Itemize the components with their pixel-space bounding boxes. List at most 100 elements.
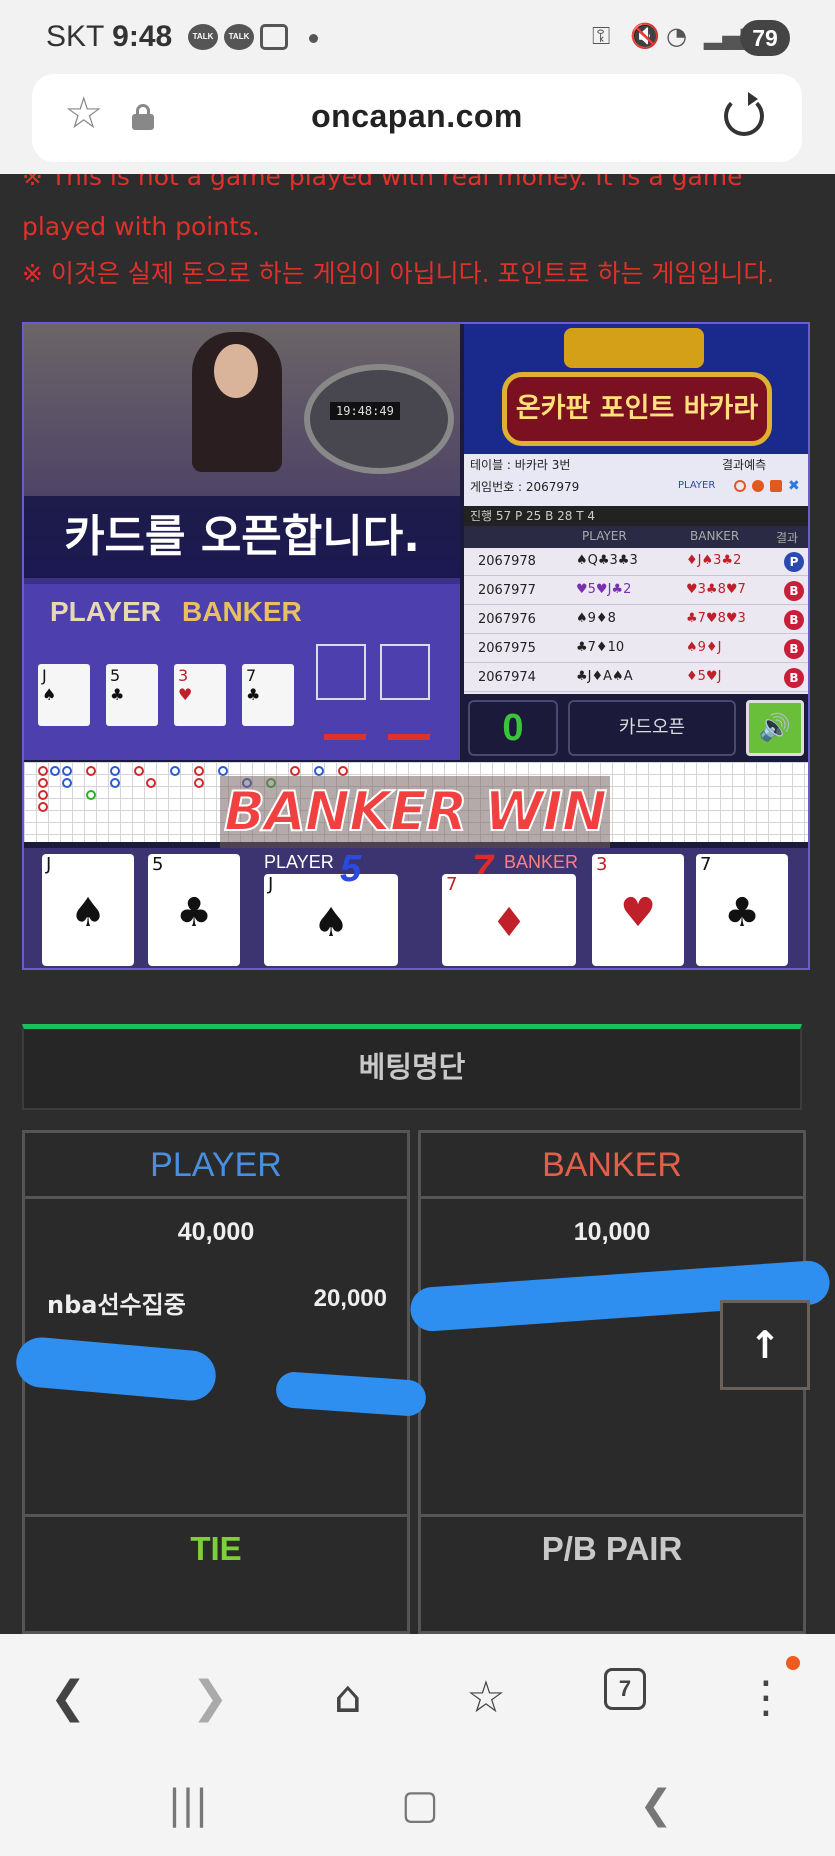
results-header: PLAYER BANKER 결과	[464, 526, 808, 548]
live-dealer-video: 19:48:49 PLAYER BANKER J ♠ 5 ♣ 3 ♥ 7 ♣ 카드를 오…	[24, 324, 460, 760]
more-notifications-icon	[309, 34, 318, 43]
betting-list-title: 베팅명단	[22, 1024, 802, 1110]
key-icon: ⚿	[592, 22, 611, 50]
result-game-id: 2067974	[478, 670, 536, 685]
slot-machine-graphic	[564, 328, 704, 368]
prediction-player-label: PLAYER	[678, 480, 716, 491]
prediction-label: 결과예측	[722, 458, 767, 472]
road-marker	[38, 766, 48, 776]
result-badge: B	[784, 610, 804, 630]
result-game-id: 2067976	[478, 612, 536, 627]
road-marker	[62, 766, 72, 776]
card-rank: J	[46, 854, 52, 875]
home-icon[interactable]: ⌂	[318, 1668, 378, 1728]
pair-bet-column: P/B PAIR	[418, 1514, 806, 1634]
road-marker	[38, 802, 48, 812]
result-badge: B	[784, 639, 804, 659]
road-marker	[50, 766, 60, 776]
recent-apps-icon[interactable]: |||	[158, 1782, 218, 1828]
home-button-icon[interactable]: ▢	[390, 1782, 450, 1828]
bettor-name: nba선수집중	[47, 1291, 186, 1319]
banker-bet-total: 10,000	[573, 1218, 651, 1246]
player-card-1: J ♠	[42, 854, 134, 966]
results-history: PLAYER BANKER 결과 2067978 ♠Q♣3♣3 ♦J♠3♣2 P…	[464, 526, 808, 694]
prediction-banker-dot[interactable]	[752, 480, 764, 492]
reload-icon[interactable]	[724, 92, 764, 136]
result-row: 2067976 ♠9♦8 ♣7♥8♥3 B	[464, 606, 808, 634]
result-row: 2067975 ♣7♦10 ♠9♦J B	[464, 635, 808, 663]
result-player-cards: ♠9♦8	[576, 611, 616, 626]
table-info: 테이블 : 바카라 3번 결과예측 게임번호 : 2067979 PLAYER …	[464, 454, 808, 506]
result-game-id: 2067975	[478, 641, 536, 656]
road-marker	[194, 778, 204, 788]
banker-card-3: 7 ♣	[696, 854, 788, 966]
table-felt: PLAYER BANKER J ♠ 5 ♣ 3 ♥ 7 ♣	[24, 584, 460, 760]
road-marker	[62, 778, 72, 788]
more-menu-icon[interactable]: ⋮	[736, 1668, 796, 1728]
game-stats: 진행 57 P 25 B 28 T 4	[464, 506, 808, 526]
road-marker	[194, 766, 204, 776]
tabs-count[interactable]: 7	[604, 1668, 646, 1710]
back-icon[interactable]: ❮	[38, 1668, 98, 1728]
prediction-pen-icon[interactable]	[770, 480, 782, 492]
address-bar[interactable]: ☆ oncapan.com	[32, 74, 802, 162]
road-marker	[38, 790, 48, 800]
baccarat-game-panel: 19:48:49 PLAYER BANKER J ♠ 5 ♣ 3 ♥ 7 ♣ 카드를 오…	[22, 322, 810, 970]
felt-empty-slot	[380, 644, 430, 700]
clock-label: 9:48	[112, 20, 173, 53]
game-controls: 0 카드오픈 🔊	[464, 696, 808, 760]
result-player-cards: ♣J♦A♠A	[576, 669, 633, 684]
felt-card: J ♠	[38, 664, 90, 726]
felt-red-marker	[388, 734, 430, 740]
player-card-3: J ♠	[264, 874, 398, 966]
road-marker	[134, 766, 144, 776]
kakaotalk-icon-2: TALK	[224, 24, 254, 50]
result-badge: B	[784, 581, 804, 601]
player-card-2: 5 ♣	[148, 854, 240, 966]
card-open-message: 카드를 오픈합니다.	[24, 496, 460, 578]
status-carrier-time: SKT 9:48	[46, 20, 172, 54]
wifi-icon: ◔	[666, 22, 687, 50]
felt-red-marker	[324, 734, 366, 740]
arrow-up-icon[interactable]: ↑	[720, 1300, 810, 1390]
player-bet-total: 40,000	[177, 1218, 255, 1246]
felt-player-label: PLAYER	[50, 596, 162, 627]
result-row: 2067978 ♠Q♣3♣3 ♦J♠3♣2 P	[464, 548, 808, 576]
screenshot-icon	[260, 24, 288, 50]
results-header-banker: BANKER	[690, 529, 740, 543]
page-content: ※ This is not a game played with real mo…	[0, 174, 835, 1634]
dealt-cards-strip: J ♠ 5 ♣ J ♠ PLAYER 5 7 BANKER 7 ♦ 3 ♥ 7 …	[24, 848, 808, 968]
bookmarks-icon[interactable]: ☆	[456, 1668, 516, 1728]
table-label: 테이블 : 바카라 3번	[470, 458, 571, 472]
felt-banker-label: BANKER	[182, 596, 302, 627]
countdown-display: 0	[468, 700, 558, 756]
system-back-icon[interactable]: ❮	[626, 1782, 686, 1828]
card-suit: ♣	[724, 890, 760, 936]
result-banker-cards: ♠9♦J	[686, 640, 722, 655]
result-game-id: 2067977	[478, 583, 536, 598]
prediction-close-icon[interactable]: ✖	[788, 479, 800, 493]
player-bet-header: PLAYER	[25, 1133, 407, 1199]
kakaotalk-icon: TALK	[188, 24, 218, 50]
road-marker	[338, 766, 348, 776]
road-marker	[290, 766, 300, 776]
table-clock: 19:48:49	[330, 402, 400, 420]
card-rank: J	[268, 874, 274, 895]
felt-card: 7 ♣	[242, 664, 294, 726]
player-score: 5	[340, 848, 362, 890]
felt-card: 3 ♥	[174, 664, 226, 726]
forward-icon[interactable]: ❯	[180, 1668, 240, 1728]
speaker-icon[interactable]: 🔊	[746, 700, 804, 756]
status-bar: SKT 9:48 TALK TALK ⚿ 🔇 ◔ ▂▄▆ 79	[0, 0, 835, 74]
card-suit: ♦	[491, 900, 527, 946]
prediction-player-circle[interactable]	[734, 480, 746, 492]
banker-win-banner: BANKER WIN	[220, 776, 610, 848]
card-rank: 7	[700, 854, 712, 875]
result-player-cards: ♠Q♣3♣3	[576, 553, 638, 568]
card-suit: ♠	[313, 900, 349, 946]
mute-icon: 🔇	[630, 22, 660, 50]
road-marker	[86, 766, 96, 776]
url-text[interactable]: oncapan.com	[32, 98, 802, 135]
felt-empty-slot	[316, 644, 366, 700]
card-open-button[interactable]: 카드오픈	[568, 700, 736, 756]
